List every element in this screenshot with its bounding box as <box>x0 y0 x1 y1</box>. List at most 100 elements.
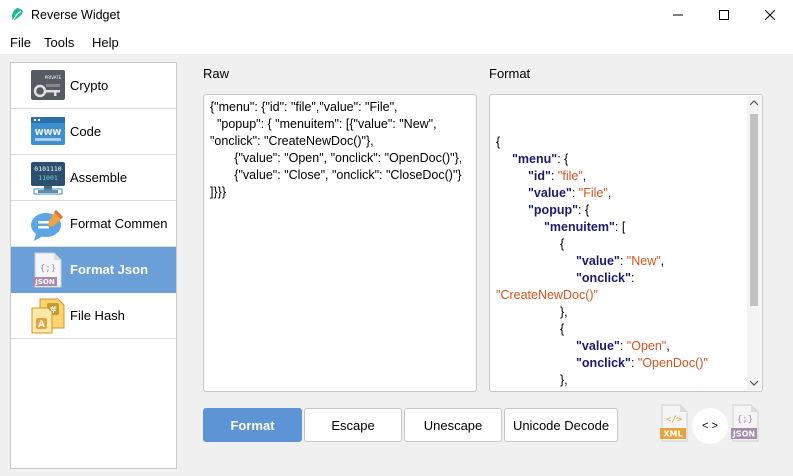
svg-text:</>: </> <box>666 415 683 425</box>
xml-file-icon[interactable]: </> XML <box>659 404 689 442</box>
format-line: }, <box>496 304 740 321</box>
json-string: "OpenDoc()" <box>637 356 708 370</box>
svg-text:WWW: WWW <box>35 128 62 137</box>
json-punct: : <box>550 169 558 183</box>
format-line: "onclick": <box>496 270 740 287</box>
svg-text:JSON: JSON <box>34 278 55 286</box>
close-icon <box>765 10 775 20</box>
json-string: "Open" <box>626 339 667 353</box>
format-line: "popup": { <box>496 202 740 219</box>
json-punct: : <box>630 356 638 370</box>
json-key: "value" <box>576 339 620 353</box>
json-file-icon[interactable]: {;} JSON <box>730 404 760 442</box>
svg-text:{;}: {;} <box>40 264 56 274</box>
minimize-button[interactable] <box>655 0 701 30</box>
json-badge-label: JSON <box>732 430 755 439</box>
assemble-binary-icon: 0101110 11001 <box>31 162 65 195</box>
client-area: PRIVATE Crypto WWW Code 0101110 11001 As… <box>0 54 793 476</box>
chevron-up-icon <box>750 100 758 106</box>
unicode-decode-button[interactable]: Unicode Decode <box>504 408 618 442</box>
format-line: "CreateNewDoc()" <box>496 287 740 304</box>
scroll-down-button[interactable] <box>747 376 761 390</box>
sidebar-label-code: Code <box>70 124 102 139</box>
scroll-thumb[interactable] <box>750 114 758 306</box>
close-button[interactable] <box>747 0 793 30</box>
format-line: "onclick": "OpenDoc()" <box>496 355 740 372</box>
json-punct: , <box>660 254 665 268</box>
json-key: "popup" <box>528 203 579 217</box>
json-string: "file" <box>557 169 583 183</box>
json-punct: : <box>630 271 635 285</box>
json-punct: : { <box>557 152 569 166</box>
json-string: "CreateNewDoc()" <box>496 288 598 302</box>
json-key: "menuitem" <box>544 220 615 234</box>
json-key: "value" <box>576 254 620 268</box>
sidebar-label-format-comment: Format Commen <box>70 216 168 231</box>
format-line: { <box>496 236 740 253</box>
json-punct: { <box>560 237 565 251</box>
unescape-button[interactable]: Unescape <box>404 408 502 442</box>
json-punct: : { <box>578 203 590 217</box>
sidebar-item-crypto[interactable]: PRIVATE Crypto <box>11 63 176 109</box>
format-output[interactable]: {"menu": {"id": "file", "value": "File", "… <box>489 94 763 392</box>
menu-help[interactable]: Help <box>92 35 119 50</box>
svg-text:A: A <box>38 320 45 330</box>
json-key: "value" <box>528 186 572 200</box>
json-punct: : <box>619 254 627 268</box>
sidebar-label-assemble: Assemble <box>70 170 128 185</box>
swap-xml-json-button[interactable]: < > <box>692 408 728 444</box>
json-punct: : [ <box>614 220 626 234</box>
format-button[interactable]: Format <box>203 408 302 442</box>
sidebar-label-format-json: Format Json <box>70 262 149 277</box>
format-line: "value": "File", <box>496 185 740 202</box>
json-key: "id" <box>528 169 551 183</box>
format-output-lines: {"menu": {"id": "file", "value": "File", "… <box>496 134 740 391</box>
json-punct: }, <box>560 305 568 319</box>
format-line: { <box>496 321 740 338</box>
leaf-app-icon <box>12 8 23 22</box>
format-label: Format <box>489 66 531 81</box>
json-key: "onclick" <box>576 271 631 285</box>
json-string: "File" <box>578 186 608 200</box>
maximize-button[interactable] <box>701 0 747 30</box>
title-bar: Reverse Widget <box>0 0 793 30</box>
json-punct: : <box>619 339 627 353</box>
format-comment-icon <box>31 210 63 241</box>
json-punct: }, <box>560 373 568 387</box>
raw-label: Raw <box>203 66 230 81</box>
file-hash-icon: # A <box>31 298 65 334</box>
sidebar-item-assemble[interactable]: 0101110 11001 Assemble <box>11 155 176 201</box>
window-title: Reverse Widget <box>31 8 120 22</box>
menu-file[interactable]: File <box>10 35 31 50</box>
menu-bar: File Tools Help <box>0 30 793 54</box>
format-scrollbar[interactable] <box>747 96 761 390</box>
format-line: "value": "New", <box>496 253 740 270</box>
sidebar-item-code[interactable]: WWW Code <box>11 109 176 155</box>
sidebar-label-crypto: Crypto <box>70 78 109 93</box>
sidebar-item-format-json[interactable]: {;} JSON Format Json <box>11 247 176 293</box>
sidebar-label-file-hash: File Hash <box>70 308 125 323</box>
format-json-icon: {;} JSON <box>33 252 62 288</box>
sidebar-item-file-hash[interactable]: # A File Hash <box>11 293 176 339</box>
raw-input[interactable]: {"menu": {"id": "file","value": "File", … <box>203 94 477 392</box>
json-punct: { <box>560 390 564 391</box>
format-line: { <box>496 134 740 151</box>
minimize-icon <box>673 14 683 16</box>
json-punct: { <box>560 322 565 336</box>
swap-arrows-icon: < > <box>702 420 718 432</box>
format-line: "id": "file", <box>496 168 740 185</box>
escape-button[interactable]: Escape <box>304 408 402 442</box>
json-key: "menu" <box>512 152 558 166</box>
maximize-icon <box>719 10 729 20</box>
crypto-key-icon: PRIVATE <box>31 70 65 100</box>
scroll-up-button[interactable] <box>747 96 761 110</box>
sidebar-item-format-comment[interactable]: Format Commen <box>11 201 176 247</box>
format-line: { <box>496 389 740 391</box>
menu-tools[interactable]: Tools <box>44 35 74 50</box>
svg-text:{;}: {;} <box>737 415 753 425</box>
json-key: "onclick" <box>576 356 631 370</box>
svg-text:PRIVATE: PRIVATE <box>45 75 62 80</box>
chevron-down-icon <box>750 380 758 386</box>
xml-badge-label: XML <box>663 430 682 439</box>
json-punct: : <box>571 186 579 200</box>
